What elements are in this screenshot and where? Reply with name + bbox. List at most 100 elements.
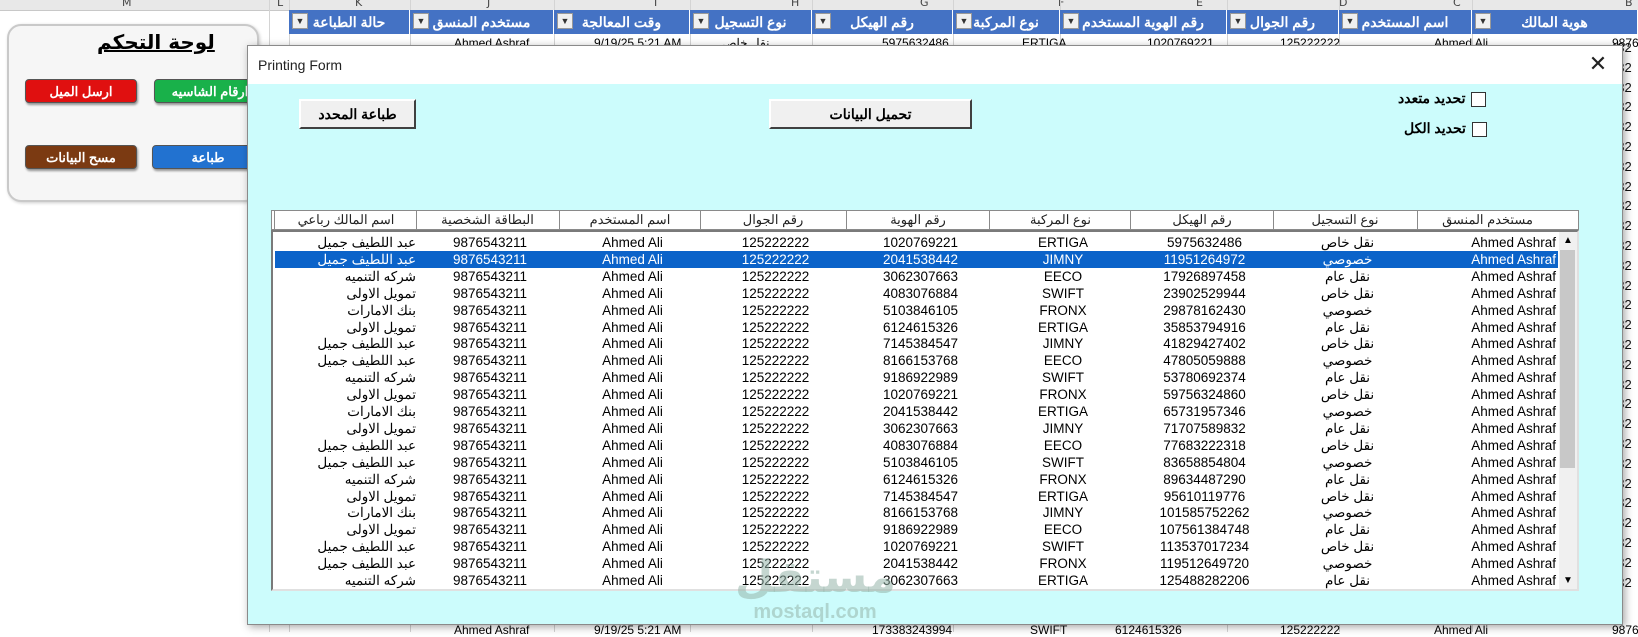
send-mail-button[interactable]: ارسل الميل xyxy=(25,79,137,103)
list-cell: 65731957346 xyxy=(1163,404,1246,419)
list-row[interactable]: Ahmed Ashraf نقل خاص 113537017234 SWIFT 1020… xyxy=(275,538,1558,555)
list-cell: 125222222 xyxy=(741,404,810,419)
sheet-header-label: مستخدم المنسق xyxy=(432,14,531,30)
filter-dropdown-icon[interactable]: ▼ xyxy=(1230,13,1246,29)
list-cell: 47805059888 xyxy=(1163,353,1246,369)
list-cell: نقل خاص xyxy=(1320,488,1375,504)
list-column-header[interactable]: اسم المستخدم xyxy=(559,211,700,229)
filter-dropdown-icon[interactable]: ▼ xyxy=(1475,13,1491,29)
filter-dropdown-icon[interactable]: ▼ xyxy=(1342,13,1358,29)
list-cell: Ahmed Ali xyxy=(602,522,663,538)
list-cell: ERTIGA xyxy=(1037,404,1088,419)
list-cell: Ahmed Ashraf xyxy=(1471,539,1556,555)
list-cell: 9876543211 xyxy=(452,302,528,318)
filter-dropdown-icon[interactable]: ▼ xyxy=(292,13,308,29)
list-cell: 17926897458 xyxy=(1163,268,1246,284)
scroll-down-icon[interactable]: ▼ xyxy=(1559,572,1577,589)
list-cell: شركه التنميه xyxy=(344,573,416,588)
list-cell: نقل عام xyxy=(1324,319,1371,335)
list-row[interactable]: Ahmed Ashraf نقل خاص 77683222318 EECO 408307… xyxy=(275,437,1558,454)
list-column-header[interactable]: البطاقة الشخصية xyxy=(416,211,558,229)
dialog-title: Printing Form xyxy=(258,57,343,73)
select-all-checkbox[interactable]: تحديد الكل xyxy=(1404,120,1487,137)
list-cell: 9876543211 xyxy=(452,235,528,250)
list-row[interactable]: Ahmed Ashraf نقل خاص 95610119776 ERTIGA 7145… xyxy=(275,488,1558,505)
clear-data-button[interactable]: مسح البيانات xyxy=(25,145,137,169)
listbox-scrollbar[interactable]: ▲ ▼ xyxy=(1559,232,1577,589)
close-icon[interactable]: ✕ xyxy=(1584,50,1612,78)
sheet-column-header: ▼ رقم الهوية المستخدم xyxy=(1060,10,1227,34)
list-row[interactable]: Ahmed Ashraf نقل عام 71707589832 JIMNY 30623… xyxy=(275,420,1558,437)
list-row[interactable]: Ahmed Ashraf نقل عام 35853794916 ERTIGA 6124… xyxy=(275,319,1558,336)
list-row[interactable]: Ahmed Ashraf نقل عام 89634487290 FRONX 61246… xyxy=(275,471,1558,488)
column-letter: I xyxy=(654,0,658,9)
scroll-up-icon[interactable]: ▲ xyxy=(1559,232,1577,249)
list-row[interactable]: Ahmed Ashraf نقل خاص 5975632486 ERTIGA 10207… xyxy=(275,234,1558,251)
checkbox-icon[interactable] xyxy=(1471,121,1487,137)
list-row[interactable]: Ahmed Ashraf خصوصي 65731957346 ERTIGA 204153… xyxy=(275,403,1558,420)
list-cell: نقل خاص xyxy=(1320,387,1375,403)
list-column-header[interactable]: نوع المركبة xyxy=(989,211,1131,229)
filter-dropdown-icon[interactable]: ▼ xyxy=(956,13,972,29)
list-cell: Ahmed Ashraf xyxy=(1471,454,1556,470)
filter-dropdown-icon[interactable]: ▼ xyxy=(413,13,429,29)
list-cell: بنك الامارات xyxy=(347,505,416,521)
list-cell: نقل خاص xyxy=(1320,336,1375,352)
filter-dropdown-icon[interactable]: ▼ xyxy=(1063,13,1079,29)
list-cell: 3062307663 xyxy=(882,420,959,436)
list-row[interactable]: Ahmed Ashraf نقل خاص 59756324860 FRONX 10207… xyxy=(275,386,1558,403)
filter-dropdown-icon[interactable]: ▼ xyxy=(693,13,709,29)
list-cell: تمويل الاولى xyxy=(346,285,416,301)
list-column-header[interactable]: رقم الهوية xyxy=(846,211,989,229)
list-cell: 2041538442 xyxy=(882,404,959,419)
load-data-button[interactable]: تحميل البيانات xyxy=(769,99,972,129)
scrollbar-thumb[interactable] xyxy=(1560,250,1575,468)
list-cell: 77683222318 xyxy=(1163,437,1246,453)
list-cell: Ahmed Ali xyxy=(602,336,663,352)
list-row[interactable]: Ahmed Ashraf نقل خاص 23902529944 SWIFT 40830… xyxy=(275,285,1558,302)
list-column-header[interactable]: نوع التسجيل xyxy=(1273,211,1416,229)
list-row[interactable]: Ahmed Ashraf نقل خاص 41829427402 JIMNY 71453… xyxy=(275,335,1558,352)
list-cell: 1020769221 xyxy=(882,387,959,403)
list-column-header[interactable]: مستخدم المنسق xyxy=(1417,211,1557,229)
sheet-header-label: رقم الهيكل xyxy=(850,14,914,30)
list-cell: ERTIGA xyxy=(1037,573,1088,588)
list-column-header[interactable]: رقم الهيكل xyxy=(1130,211,1273,229)
list-column-header[interactable]: اسم المالك رباعي xyxy=(274,211,417,229)
column-letter: L xyxy=(277,0,284,9)
checkbox-icon[interactable] xyxy=(1471,91,1487,107)
list-cell: JIMNY xyxy=(1042,420,1084,436)
list-row[interactable]: Ahmed Ashraf خصوصي 11951264972 JIMNY 2041538… xyxy=(275,250,1558,268)
list-cell: JIMNY xyxy=(1042,505,1084,521)
sheet-column-header: ▼ اسم المستخدم xyxy=(1339,10,1472,34)
list-row[interactable]: Ahmed Ashraf خصوصي 83658854804 SWIFT 5103846… xyxy=(275,454,1558,471)
list-row[interactable]: Ahmed Ashraf نقل عام 107561384748 EECO 91869… xyxy=(275,521,1558,538)
sheet-column-header: ▼ رقم الهيكل xyxy=(812,10,953,34)
list-row[interactable]: Ahmed Ashraf نقل عام 125488282206 ERTIGA 306… xyxy=(275,572,1558,589)
list-cell: Ahmed Ali xyxy=(602,302,663,318)
list-cell: عبد اللطيف جميل xyxy=(317,539,416,555)
list-row[interactable]: Ahmed Ashraf خصوصي 119512649720 FRONX 204153… xyxy=(275,555,1558,572)
list-cell: 125222222 xyxy=(741,471,810,487)
list-cell: نقل خاص xyxy=(1320,235,1375,250)
print-selected-button[interactable]: طباعة المحدد xyxy=(299,99,416,129)
list-cell: 125222222 xyxy=(741,437,810,453)
list-cell: خصوصي xyxy=(1322,505,1373,521)
list-row[interactable]: Ahmed Ashraf خصوصي 101585752262 JIMNY 816615… xyxy=(275,504,1558,521)
list-cell: 8166153768 xyxy=(882,353,959,369)
list-cell: 4083076884 xyxy=(882,285,959,301)
list-column-header[interactable]: رقم الجوال xyxy=(700,211,845,229)
list-row[interactable]: Ahmed Ashraf نقل عام 17926897458 EECO 306230… xyxy=(275,268,1558,285)
list-cell: Ahmed Ali xyxy=(602,573,663,588)
list-row[interactable]: Ahmed Ashraf خصوصي 47805059888 EECO 81661537… xyxy=(275,352,1558,369)
multi-select-checkbox[interactable]: تحديد متعدد xyxy=(1398,90,1487,107)
records-listbox[interactable]: Ahmed Ashraf نقل خاص 5975632486 ERTIGA 10207… xyxy=(271,230,1579,591)
list-cell: Ahmed Ashraf xyxy=(1471,404,1556,419)
list-row[interactable]: Ahmed Ashraf خصوصي 29878162430 FRONX 5103846… xyxy=(275,302,1558,319)
list-row[interactable]: Ahmed Ashraf نقل عام 53780692374 SWIFT 91869… xyxy=(275,369,1558,386)
filter-dropdown-icon[interactable]: ▼ xyxy=(557,13,573,29)
filter-dropdown-icon[interactable]: ▼ xyxy=(815,13,831,29)
column-letter: M xyxy=(122,0,132,9)
list-cell: 9876543211 xyxy=(452,522,528,538)
list-cell: Ahmed Ashraf xyxy=(1471,488,1556,504)
